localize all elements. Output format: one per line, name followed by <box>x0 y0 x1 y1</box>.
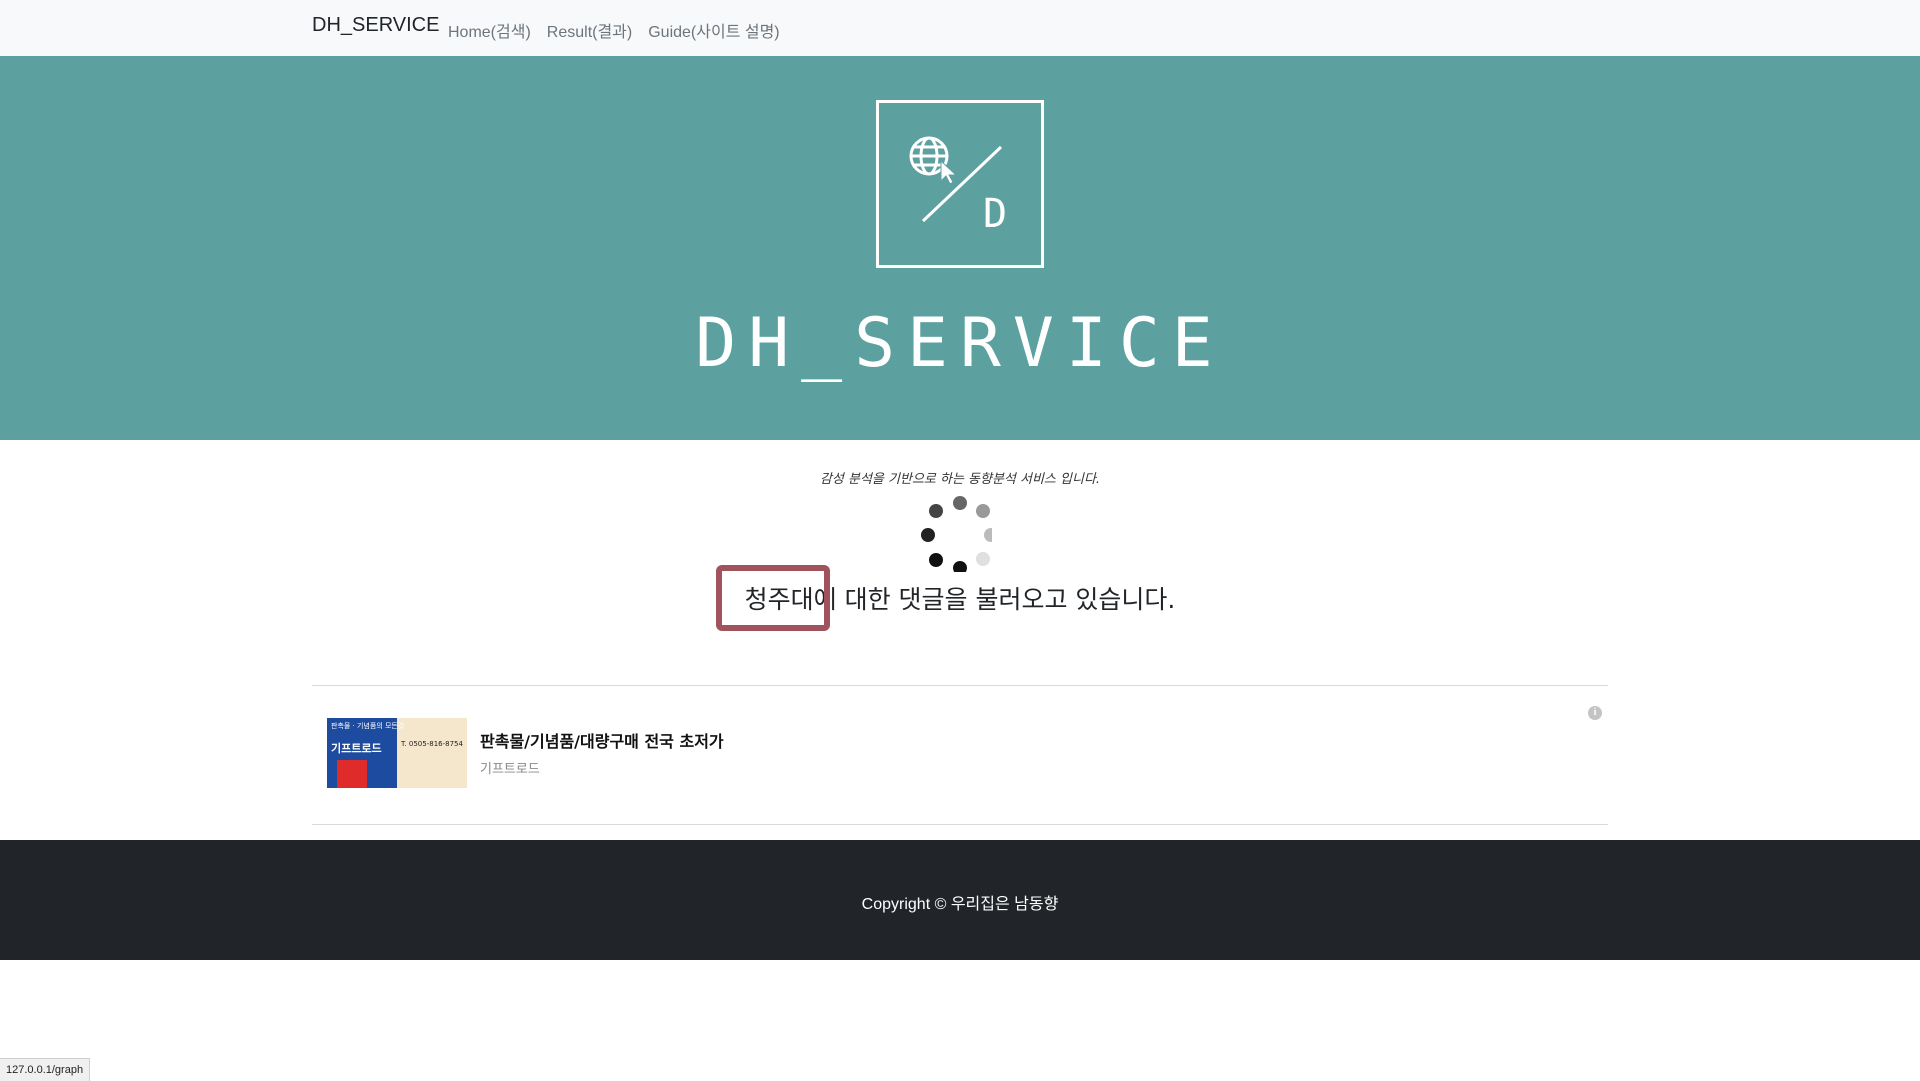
divider-bottom <box>312 824 1608 825</box>
ad-banner[interactable]: 판촉물 · 기념품의 모든것 기프트로드 T. 0505-816-8754 판촉… <box>312 686 1608 824</box>
keyword-highlight-box <box>716 565 830 631</box>
logo-letter: D <box>983 191 1008 237</box>
navbar-brand[interactable]: DH_SERVICE <box>312 14 439 37</box>
ad-source: 기프트로드 <box>480 762 540 777</box>
ad-title[interactable]: 판촉물/기념품/대량구매 전국 초저가 <box>480 728 724 752</box>
hero-banner: D DH_SERVICE <box>0 56 1920 440</box>
ad-thumb-brand: 기프트로드 <box>331 742 382 755</box>
info-icon[interactable]: i <box>1588 706 1602 720</box>
browser-status-url: 127.0.0.1/graph <box>0 1058 91 1081</box>
footer: Copyright © 우리집은 남동향 <box>0 840 1920 960</box>
ad-thumb-right <box>397 718 467 788</box>
service-subtitle: 감성 분석을 기반으로 하는 동향분석 서비스 입니다. <box>819 472 1101 487</box>
loading-spinner-icon <box>921 496 992 572</box>
nav-link-guide[interactable]: Guide(사이트 설명) <box>648 18 779 42</box>
nav-link-home[interactable]: Home(검색) <box>448 18 531 42</box>
nav-link-result[interactable]: Result(결과) <box>547 18 632 42</box>
ad-thumbnail[interactable]: 판촉물 · 기념품의 모든것 기프트로드 T. 0505-816-8754 <box>327 718 467 788</box>
ad-thumb-tagline: 판촉물 · 기념품의 모든것 <box>331 722 405 730</box>
navbar: DH_SERVICE Home(검색) Result(결과) Guide(사이트… <box>0 0 1920 56</box>
nav-links: Home(검색) Result(결과) Guide(사이트 설명) <box>448 18 780 42</box>
loading-message: 청주대에 대한 댓글을 불러오고 있습니다. <box>744 585 1176 614</box>
footer-copyright: Copyright © 우리집은 남동향 <box>861 896 1059 913</box>
globe-cursor-icon <box>909 136 1003 223</box>
ad-thumb-phone: T. 0505-816-8754 <box>401 740 463 748</box>
hero-title: DH_SERVICE <box>695 304 1225 383</box>
site-logo: D <box>876 100 1044 268</box>
gift-icon <box>337 760 367 788</box>
